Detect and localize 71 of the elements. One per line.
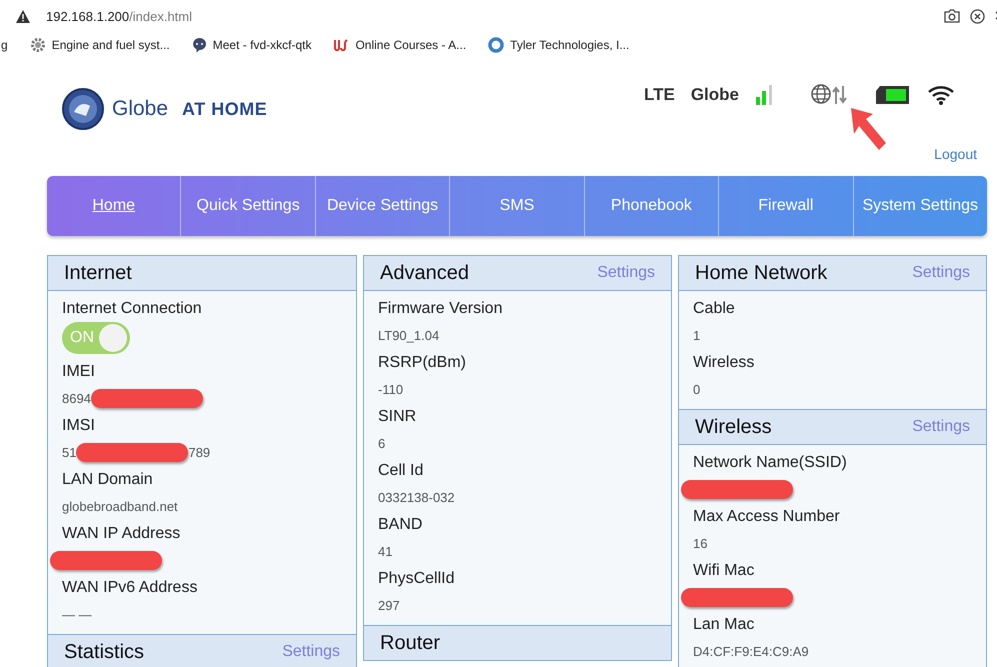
field-label: Wireless xyxy=(693,353,756,373)
field-label: WAN IP Address xyxy=(62,524,182,544)
ring-icon xyxy=(488,37,504,53)
address-field[interactable]: 192.168.1.200/index.html xyxy=(46,8,192,24)
nav-tab[interactable]: Firewall xyxy=(719,176,854,236)
signal-icon xyxy=(755,85,775,105)
field-label: Internet Connection xyxy=(62,299,203,319)
gear-icon xyxy=(30,37,46,53)
camera-icon[interactable] xyxy=(944,8,960,22)
field-value: -110 xyxy=(378,382,404,397)
field-label: IMEI xyxy=(62,362,96,382)
settings-link[interactable]: Settings xyxy=(282,643,340,661)
carrier-name: Globe xyxy=(690,85,739,105)
field-value: globebroadband.net xyxy=(62,499,178,514)
settings-link[interactable]: Settings xyxy=(912,418,970,436)
panel-title: Advanced xyxy=(380,263,469,283)
network-type: LTE xyxy=(644,85,675,105)
nav-tab[interactable]: Device Settings xyxy=(316,176,450,236)
field-label: WAN IPv6 Address xyxy=(62,578,198,598)
bookmark-link[interactable]: Online Courses - A... xyxy=(333,38,466,52)
field-label: SINR xyxy=(378,407,418,427)
bookmark-link[interactable]: Tyler Technologies, I... xyxy=(488,37,630,53)
field-label: LAN Domain xyxy=(62,470,154,490)
field-value: D4:CF:F9:E4:C9:A9 xyxy=(693,644,809,659)
panel-title: Statistics xyxy=(64,642,144,662)
field-label: Firmware Version xyxy=(378,299,504,319)
field-value: 0 xyxy=(693,382,700,397)
field-label: Lan Mac xyxy=(693,615,756,635)
field-value: 8694 xyxy=(62,391,91,406)
globe-icon xyxy=(811,84,849,106)
brand-tagline: AT HOME xyxy=(182,98,268,120)
field-label: Cable xyxy=(693,299,736,319)
field-label: Network Name(SSID) xyxy=(693,453,848,473)
nav-tab[interactable]: Phonebook xyxy=(584,176,720,236)
panel-title: Home Network xyxy=(695,263,828,283)
globe-logo-icon xyxy=(62,88,104,130)
field-label: RSRP(dBm) xyxy=(378,353,468,373)
field-value: — — xyxy=(62,607,92,622)
bookmark-link[interactable]: Meet - fvd-xkcf-qtk xyxy=(192,37,312,53)
bookmark-link[interactable]: g xyxy=(1,38,8,52)
field-label: BAND xyxy=(378,515,424,535)
panel-title: Router xyxy=(380,633,440,653)
bookmark-link[interactable]: Engine and fuel syst... xyxy=(30,37,170,53)
nav-tab[interactable]: System Settings xyxy=(854,176,987,236)
field-value: 1 xyxy=(693,328,700,343)
warning-icon xyxy=(16,10,30,22)
field-value: LT90_1.04 xyxy=(378,328,440,343)
nav-tab[interactable]: Quick Settings xyxy=(181,176,316,236)
field-value: 0332138-032 xyxy=(378,490,455,505)
close-icon[interactable] xyxy=(970,8,985,24)
chat-icon xyxy=(192,37,207,53)
field-label: PhysCellId xyxy=(378,569,456,589)
field-value: 16 xyxy=(693,536,708,551)
field-value: 789 xyxy=(188,445,210,460)
field-label: Wifi Mac xyxy=(693,561,756,581)
field-value: 51 xyxy=(62,445,76,460)
battery-icon xyxy=(875,84,911,106)
field-label: IMSI xyxy=(62,416,96,436)
logout-link[interactable]: Logout xyxy=(934,146,977,162)
nav-tab[interactable]: Home xyxy=(47,176,182,236)
panel-title: Wireless xyxy=(695,417,772,437)
panel-title: Internet xyxy=(64,263,132,283)
nav-tab[interactable]: SMS xyxy=(450,176,585,236)
settings-link[interactable]: Settings xyxy=(912,264,970,282)
field-label: Max Access Number xyxy=(693,507,841,527)
field-value: 41 xyxy=(378,544,392,559)
settings-link[interactable]: Settings xyxy=(597,264,655,282)
field-value: 6 xyxy=(378,436,386,451)
brand-name: Globe xyxy=(112,97,168,121)
field-label: Cell Id xyxy=(378,461,424,481)
field-value: 297 xyxy=(378,598,400,613)
